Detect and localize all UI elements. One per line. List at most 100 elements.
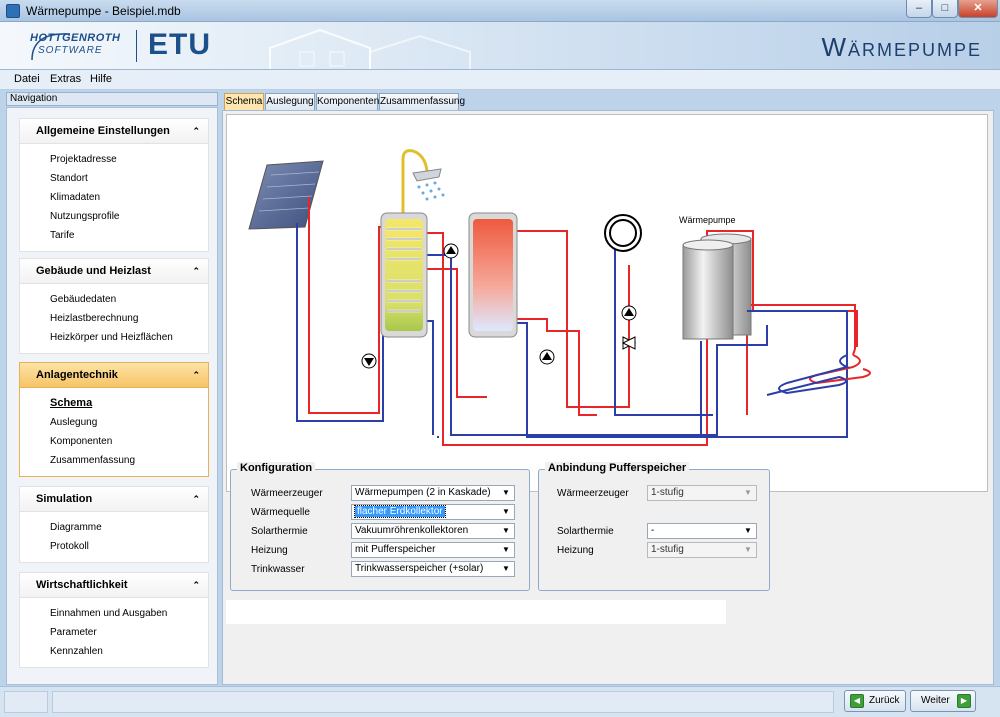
- nav-group-body: Gebäudedaten Heizlastberechnung Heizkörp…: [19, 284, 209, 354]
- nav-link-parameter[interactable]: Parameter: [50, 623, 208, 642]
- nav-group-allgemeine-einstellungen: Allgemeine Einstellungen ⌃ Projektadress…: [19, 118, 209, 252]
- menu-bar: Datei Extras Hilfe: [0, 70, 1000, 90]
- nav-link-protokoll[interactable]: Protokoll: [50, 537, 208, 556]
- nav-group-gebaeude-und-heizlast: Gebäude und Heizlast ⌃ Gebäudedaten Heiz…: [19, 258, 209, 354]
- house-outline-decoration: [269, 28, 471, 69]
- collapse-icon[interactable]: ⌃: [192, 259, 200, 283]
- dropdown-arrow-icon[interactable]: ▼: [498, 543, 514, 557]
- menu-hilfe[interactable]: Hilfe: [90, 73, 112, 85]
- solarthermie-value: Vakuumröhrenkollektoren: [355, 525, 469, 536]
- nav-link-heizkoerper[interactable]: Heizkörper und Heizflächen: [50, 328, 208, 347]
- pump-icon: [621, 305, 637, 321]
- logo-separator: [136, 30, 137, 62]
- nav-link-auslegung[interactable]: Auslegung: [50, 413, 208, 432]
- nav-link-nutzungsprofile[interactable]: Nutzungsprofile: [50, 207, 208, 226]
- collapse-icon[interactable]: ⌃: [192, 363, 200, 387]
- content-blank-strip: [226, 600, 726, 624]
- buffer-tank-icon: [468, 212, 518, 338]
- product-name: Wärmepumpe: [821, 32, 982, 62]
- nav-group-title: Allgemeine Einstellungen: [36, 125, 170, 137]
- maximize-button[interactable]: □: [932, 0, 958, 18]
- nav-link-schema[interactable]: Schema: [50, 394, 208, 413]
- nav-group-body: Schema Auslegung Komponenten Zusammenfas…: [19, 388, 209, 477]
- nav-group-simulation: Simulation ⌃ Diagramme Protokoll: [19, 486, 209, 563]
- dropdown-arrow-icon[interactable]: ▼: [740, 486, 756, 500]
- back-button[interactable]: ◀ Zurück: [844, 690, 906, 712]
- nav-link-klimadaten[interactable]: Klimadaten: [50, 188, 208, 207]
- wärmeerzeuger-value: Wärmepumpen (2 in Kaskade): [355, 487, 491, 498]
- nav-group-title: Simulation: [36, 493, 93, 505]
- pump-icon: [361, 353, 377, 369]
- anbindung-heizung-select[interactable]: 1-stufig ▼: [647, 542, 757, 558]
- anbindung-wärmeerzeuger-label: Wärmeerzeuger: [557, 488, 629, 499]
- menu-datei[interactable]: Datei: [14, 73, 40, 85]
- anbindung-solarthermie-select[interactable]: - ▼: [647, 523, 757, 539]
- tab-auslegung[interactable]: Auslegung: [265, 93, 315, 110]
- konfiguration-group: Konfiguration Wärmeerzeuger Wärmepumpen …: [230, 462, 530, 591]
- nav-link-kennzahlen[interactable]: Kennzahlen: [50, 642, 208, 661]
- trinkwasser-value: Trinkwasserspeicher (+solar): [355, 563, 484, 574]
- nav-link-projektadresse[interactable]: Projektadresse: [50, 150, 208, 169]
- anbindung-heizung-value: 1-stufig: [651, 544, 684, 555]
- close-button[interactable]: ✕: [958, 0, 998, 18]
- collapse-icon[interactable]: ⌃: [192, 573, 200, 597]
- solarthermie-label: Solarthermie: [251, 526, 308, 537]
- nav-link-tarife[interactable]: Tarife: [50, 226, 208, 245]
- nav-link-heizlastberechnung[interactable]: Heizlastberechnung: [50, 309, 208, 328]
- drinking-water-tank-icon: [380, 212, 428, 338]
- schema-drawing: Wärmepumpe: [248, 149, 871, 446]
- nav-link-einnahmen-ausgaben[interactable]: Einnahmen und Ausgaben: [50, 604, 208, 623]
- collapse-icon[interactable]: ⌃: [192, 487, 200, 511]
- navigation-pane: Allgemeine Einstellungen ⌃ Projektadress…: [6, 107, 218, 685]
- pump-icon: [443, 243, 459, 259]
- navigation-header: Navigation: [6, 92, 218, 106]
- nav-link-gebaeudedaten[interactable]: Gebäudedaten: [50, 290, 208, 309]
- status-segment: [52, 691, 834, 713]
- next-label: Weiter: [921, 695, 950, 706]
- window-title: Wärmepumpe - Beispiel.mdb: [26, 4, 181, 18]
- trinkwasser-select[interactable]: Trinkwasserspeicher (+solar) ▼: [351, 561, 515, 577]
- nav-group-header[interactable]: Simulation ⌃: [19, 486, 209, 512]
- nav-group-header[interactable]: Anlagentechnik ⌃: [19, 362, 209, 388]
- tab-zusammenfassung[interactable]: Zusammenfassung: [379, 93, 465, 110]
- nav-link-komponenten[interactable]: Komponenten: [50, 432, 208, 451]
- collapse-icon[interactable]: ⌃: [192, 119, 200, 143]
- nav-link-diagramme[interactable]: Diagramme: [50, 518, 208, 537]
- solar-collector-icon: [248, 160, 324, 230]
- tab-schema[interactable]: Schema: [224, 93, 264, 111]
- shower-icon: [401, 149, 445, 213]
- wärmequelle-value: flacher Erdkollektor: [354, 505, 446, 518]
- logo-line1: HOTTGENROTH: [30, 32, 121, 44]
- app-icon: [6, 4, 20, 18]
- dropdown-arrow-icon[interactable]: ▼: [498, 524, 514, 538]
- wärmequelle-label: Wärmequelle: [251, 507, 310, 518]
- anbindung-wärmeerzeuger-value: 1-stufig: [651, 487, 684, 498]
- title-bar[interactable]: Wärmepumpe - Beispiel.mdb – □ ✕: [0, 0, 1000, 22]
- dropdown-arrow-icon[interactable]: ▼: [498, 505, 514, 519]
- tab-komponenten[interactable]: Komponenten: [316, 93, 379, 110]
- dropdown-arrow-icon[interactable]: ▼: [740, 524, 756, 538]
- nav-group-header[interactable]: Gebäude und Heizlast ⌃: [19, 258, 209, 284]
- dropdown-arrow-icon[interactable]: ▼: [498, 486, 514, 500]
- nav-group-body: Diagramme Protokoll: [19, 512, 209, 563]
- dropdown-arrow-icon[interactable]: ▼: [498, 562, 514, 576]
- heizung-select[interactable]: mit Pufferspeicher ▼: [351, 542, 515, 558]
- nav-link-zusammenfassung[interactable]: Zusammenfassung: [50, 451, 208, 470]
- trinkwasser-label: Trinkwasser: [251, 564, 305, 575]
- menu-extras[interactable]: Extras: [50, 73, 81, 85]
- minimize-button[interactable]: –: [906, 0, 932, 18]
- heat-pump-unit-icon: [682, 233, 752, 340]
- wärmeerzeuger-select[interactable]: Wärmepumpen (2 in Kaskade) ▼: [351, 485, 515, 501]
- nav-link-standort[interactable]: Standort: [50, 169, 208, 188]
- nav-group-header[interactable]: Allgemeine Einstellungen ⌃: [19, 118, 209, 144]
- wärmequelle-select[interactable]: flacher Erdkollektor ▼: [351, 504, 515, 520]
- next-button[interactable]: Weiter ▶: [910, 690, 976, 712]
- hottgenroth-logo: HOTTGENROTH SOFTWARE: [30, 30, 128, 62]
- nav-group-header[interactable]: Wirtschaftlichkeit ⌃: [19, 572, 209, 598]
- anbindung-solarthermie-value: -: [651, 525, 655, 536]
- anbindung-wärmeerzeuger-select[interactable]: 1-stufig ▼: [647, 485, 757, 501]
- solarthermie-select[interactable]: Vakuumröhrenkollektoren ▼: [351, 523, 515, 539]
- nav-group-body: Projektadresse Standort Klimadaten Nutzu…: [19, 144, 209, 252]
- dropdown-arrow-icon[interactable]: ▼: [740, 543, 756, 557]
- brand-name: ETU: [148, 28, 211, 61]
